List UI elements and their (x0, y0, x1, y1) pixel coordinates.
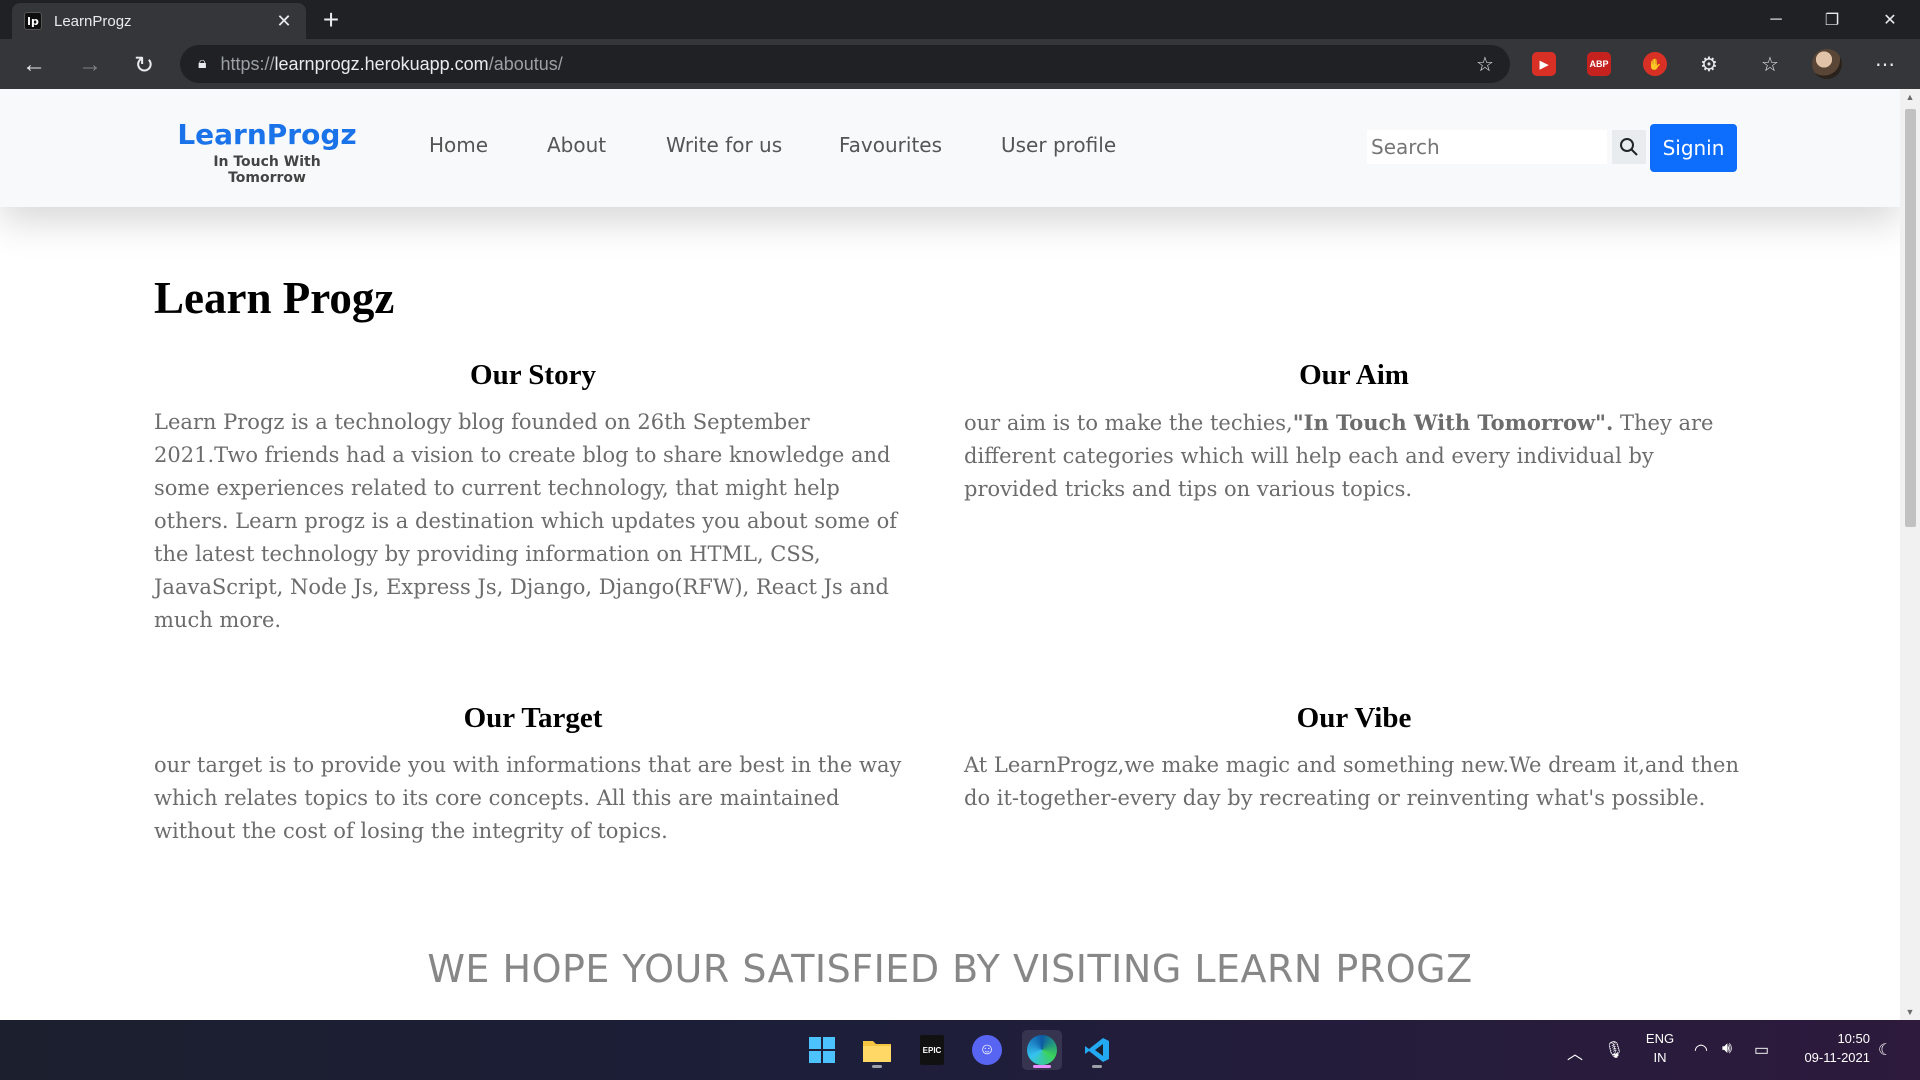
minimize-button[interactable]: ─ (1748, 0, 1804, 39)
more-menu-icon[interactable]: ⋯ (1870, 49, 1900, 79)
section-heading: Our Vibe (1296, 702, 1412, 734)
section-our-vibe: Our Vibe At LearnProgz,we make magic and… (964, 702, 1744, 815)
section-text: our target is to provide you with inform… (154, 753, 902, 843)
microphone-icon[interactable]: 🎙︎ (1604, 1040, 1624, 1060)
extension-video-icon[interactable]: ▶ (1532, 52, 1556, 76)
extensions-puzzle-icon[interactable]: ⚙ (1694, 49, 1724, 79)
profile-avatar[interactable] (1812, 49, 1842, 79)
edge-browser-icon[interactable] (1022, 1030, 1062, 1070)
clock-date: 09-11-2021 (1804, 1050, 1870, 1065)
site-brand[interactable]: LearnProgz In Touch With Tomorrow (176, 118, 358, 187)
running-indicator (872, 1065, 882, 1068)
new-tab-button[interactable]: + (316, 4, 346, 36)
search-icon (1620, 138, 1638, 156)
browser-tab-bar: lp LearnProgz ✕ + ─ ❐ ✕ (0, 0, 1920, 39)
forward-button[interactable]: → (72, 47, 108, 83)
page-viewport: LearnProgz In Touch With Tomorrow Home A… (0, 89, 1900, 1020)
nav-write-for-us[interactable]: Write for us (666, 133, 782, 157)
brand-name: LearnProgz (177, 118, 357, 151)
page-title: Learn Progz (154, 273, 395, 323)
section-text: Learn Progz is a technology blog founded… (154, 410, 898, 632)
page-scrollbar[interactable]: ▲ ▼ (1900, 89, 1920, 1020)
url-text: https://learnprogz.herokuapp.com/aboutus… (220, 53, 563, 74)
section-heading: Our Aim (1299, 359, 1409, 391)
section-text: our aim is to make the techies,"In Touch… (964, 410, 1714, 501)
windows-start-icon[interactable] (802, 1030, 842, 1070)
volume-icon[interactable]: 🔊︎ (1722, 1040, 1732, 1058)
site-navbar: LearnProgz In Touch With Tomorrow Home A… (0, 89, 1900, 207)
show-hidden-icons-chevron-icon[interactable]: ︿ (1567, 1040, 1583, 1064)
section-our-story: Our Story Learn Progz is a technology bl… (154, 359, 912, 637)
clock-time[interactable]: 10:50 (1790, 1031, 1870, 1046)
epic-games-icon[interactable]: EPIC (912, 1030, 952, 1070)
lock-icon: 🔒︎ (198, 55, 207, 72)
discord-icon[interactable]: ☺ (967, 1030, 1007, 1070)
search-button[interactable] (1612, 130, 1646, 164)
language-indicator[interactable]: ENG (1640, 1031, 1680, 1046)
close-window-button[interactable]: ✕ (1862, 0, 1918, 39)
language-region: IN (1653, 1050, 1667, 1065)
browser-toolbar: ← → ↻ 🔒︎ https://learnprogz.herokuapp.co… (0, 39, 1920, 89)
scroll-down-arrow-icon[interactable]: ▼ (1900, 1004, 1920, 1020)
wifi-icon[interactable]: ◠ (1694, 1040, 1708, 1060)
scroll-up-arrow-icon[interactable]: ▲ (1900, 89, 1920, 105)
back-button[interactable]: ← (16, 47, 52, 83)
nav-favourites[interactable]: Favourites (839, 133, 942, 157)
restore-button[interactable]: ❐ (1804, 0, 1860, 39)
focus-assist-moon-icon[interactable]: ☾ (1878, 1040, 1892, 1060)
reload-button[interactable]: ↻ (126, 47, 162, 83)
close-tab-icon[interactable]: ✕ (274, 11, 294, 32)
site-favicon-icon: lp (24, 12, 42, 30)
vscode-icon[interactable] (1077, 1030, 1117, 1070)
browser-tab[interactable]: lp LearnProgz ✕ (12, 3, 306, 39)
signin-button[interactable]: Signin (1650, 124, 1737, 172)
search-input[interactable] (1367, 130, 1607, 164)
scroll-thumb[interactable] (1905, 109, 1916, 527)
nav-about[interactable]: About (547, 133, 606, 157)
extension-adblock-icon[interactable]: ABP (1587, 52, 1611, 76)
favorites-icon[interactable]: ☆ (1755, 49, 1785, 79)
file-explorer-icon[interactable] (857, 1030, 897, 1070)
battery-icon[interactable]: ▭ (1754, 1040, 1769, 1060)
tab-title: LearnProgz (54, 12, 132, 30)
running-indicator (1092, 1065, 1102, 1068)
footer-message: WE HOPE YOUR SATISFIED BY VISITING LEARN… (427, 947, 1473, 991)
add-favorite-icon[interactable]: ☆ (1470, 49, 1500, 79)
section-our-aim: Our Aim our aim is to make the techies,"… (964, 359, 1744, 506)
brand-tagline: In Touch With Tomorrow (213, 154, 321, 186)
active-indicator (1033, 1065, 1051, 1068)
section-our-target: Our Target our target is to provide you … (154, 702, 912, 848)
section-heading: Our Target (463, 702, 603, 734)
extension-stop-icon[interactable]: ✋ (1643, 52, 1667, 76)
address-bar[interactable]: 🔒︎ https://learnprogz.herokuapp.com/abou… (180, 45, 1510, 83)
section-heading: Our Story (470, 359, 596, 391)
nav-home[interactable]: Home (429, 133, 488, 157)
windows-taskbar: EPIC ☺ ︿ 🎙︎ ENG IN ◠ 🔊︎ ▭ 10:50 09-11-20… (0, 1020, 1920, 1080)
nav-user-profile[interactable]: User profile (1001, 133, 1116, 157)
section-text: At LearnProgz,we make magic and somethin… (964, 753, 1739, 810)
aim-highlight: "In Touch With Tomorrow". (1292, 410, 1614, 435)
